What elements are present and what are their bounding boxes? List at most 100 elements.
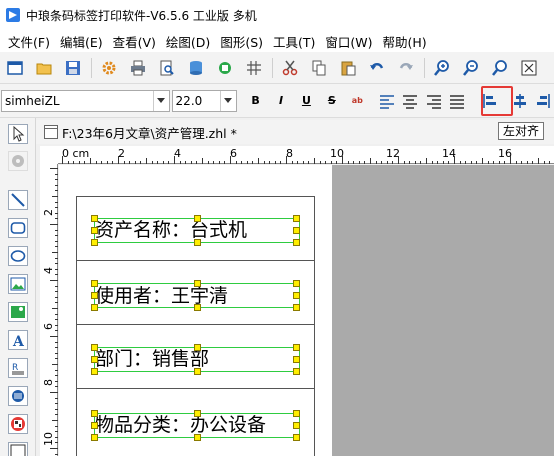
ruler-tick xyxy=(50,168,58,169)
resize-handle[interactable] xyxy=(194,410,201,417)
text-field-user[interactable]: 使用者：王宇清 xyxy=(95,283,228,309)
ruler-tick xyxy=(487,161,489,164)
resize-handle[interactable] xyxy=(293,410,300,417)
zoom-in-button[interactable] xyxy=(431,57,453,79)
resize-handle[interactable] xyxy=(91,304,98,311)
resize-handle[interactable] xyxy=(91,410,98,417)
resize-handle[interactable] xyxy=(293,434,300,441)
resize-handle[interactable] xyxy=(194,344,201,351)
ruler-tick xyxy=(129,161,131,164)
chevron-down-icon[interactable] xyxy=(152,90,169,111)
line-tool[interactable] xyxy=(8,190,28,210)
drawing-toolbox: A R xyxy=(0,118,36,456)
resize-handle[interactable] xyxy=(194,434,201,441)
ruler-tick xyxy=(454,156,455,164)
resize-handle[interactable] xyxy=(194,368,201,375)
copy-button[interactable] xyxy=(308,57,330,79)
cut-button[interactable] xyxy=(279,57,301,79)
resize-handle[interactable] xyxy=(194,280,201,287)
menu-edit[interactable]: 编辑(E) xyxy=(56,32,107,51)
zoom-out-button[interactable] xyxy=(460,57,482,79)
save-button[interactable] xyxy=(62,57,84,79)
resize-handle[interactable] xyxy=(91,434,98,441)
resize-handle[interactable] xyxy=(91,239,98,246)
barcode-tool[interactable] xyxy=(8,386,28,406)
qrcode-tool[interactable] xyxy=(8,414,28,434)
resize-handle[interactable] xyxy=(293,344,300,351)
text-field-category[interactable]: 物品分类：办公设备 xyxy=(95,412,266,438)
text-justify-button[interactable] xyxy=(446,90,467,112)
ruler-tick xyxy=(246,161,248,164)
underline-button[interactable]: U xyxy=(296,90,317,112)
menu-window[interactable]: 窗口(W) xyxy=(321,32,376,51)
ruler-label: 6 xyxy=(42,323,55,330)
resize-handle[interactable] xyxy=(293,304,300,311)
resize-handle[interactable] xyxy=(194,215,201,222)
image-tool[interactable] xyxy=(8,274,28,294)
ruler-tick xyxy=(67,161,69,164)
text-field-asset-name[interactable]: 资产名称：台式机 xyxy=(95,217,247,243)
resize-handle[interactable] xyxy=(91,215,98,222)
subscript-button[interactable]: ab xyxy=(347,90,368,112)
font-family-select[interactable]: simheiZL xyxy=(1,89,170,112)
ruler-tick xyxy=(403,161,405,164)
database-button[interactable] xyxy=(185,57,207,79)
ruler-tick xyxy=(55,246,58,248)
grid-button[interactable] xyxy=(243,57,265,79)
resize-handle[interactable] xyxy=(293,368,300,375)
more-tool[interactable] xyxy=(8,442,28,456)
resize-handle[interactable] xyxy=(293,215,300,222)
resize-handle[interactable] xyxy=(293,227,300,234)
resize-handle[interactable] xyxy=(293,239,300,246)
print-preview-button[interactable] xyxy=(156,57,178,79)
menu-view[interactable]: 查看(V) xyxy=(109,32,160,51)
menu-draw[interactable]: 绘图(D) xyxy=(162,32,214,51)
new-button[interactable] xyxy=(4,57,26,79)
bold-button[interactable]: B xyxy=(245,90,266,112)
font-size-select[interactable]: 22.0 xyxy=(171,89,237,112)
resize-handle[interactable] xyxy=(91,356,98,363)
chevron-down-icon[interactable] xyxy=(219,90,236,111)
align-right-button[interactable] xyxy=(533,90,554,112)
resize-handle[interactable] xyxy=(91,292,98,299)
menu-shape[interactable]: 图形(S) xyxy=(216,32,267,51)
open-button[interactable] xyxy=(33,57,55,79)
rotate-tool[interactable] xyxy=(8,151,28,171)
redo-button[interactable] xyxy=(395,57,417,79)
data-source-button[interactable] xyxy=(214,57,236,79)
text-align-center-button[interactable] xyxy=(399,90,420,112)
text-field-department[interactable]: 部门：销售部 xyxy=(95,346,209,372)
resize-handle[interactable] xyxy=(293,292,300,299)
rectangle-tool[interactable] xyxy=(8,218,28,238)
resize-handle[interactable] xyxy=(293,280,300,287)
menu-file[interactable]: 文件(F) xyxy=(4,32,54,51)
resize-handle[interactable] xyxy=(91,280,98,287)
resize-handle[interactable] xyxy=(194,304,201,311)
resize-handle[interactable] xyxy=(293,422,300,429)
resize-handle[interactable] xyxy=(91,368,98,375)
resize-handle[interactable] xyxy=(91,344,98,351)
resize-handle[interactable] xyxy=(91,422,98,429)
document-tab[interactable]: F:\23年6月文章\资产管理.zhl * xyxy=(36,120,554,144)
italic-button[interactable]: I xyxy=(270,90,291,112)
strikethrough-button[interactable]: S xyxy=(321,90,342,112)
rich-text-tool[interactable]: R xyxy=(8,358,28,378)
resize-handle[interactable] xyxy=(293,356,300,363)
menu-tools[interactable]: 工具(T) xyxy=(269,32,319,51)
resize-handle[interactable] xyxy=(91,227,98,234)
paste-button[interactable] xyxy=(337,57,359,79)
undo-button[interactable] xyxy=(366,57,388,79)
zoom-fit-button[interactable] xyxy=(489,57,511,79)
zoom-page-button[interactable] xyxy=(518,57,540,79)
ruler-tick xyxy=(50,392,58,393)
menu-help[interactable]: 帮助(H) xyxy=(379,32,431,51)
settings-button[interactable] xyxy=(98,57,120,79)
print-button[interactable] xyxy=(127,57,149,79)
select-tool[interactable] xyxy=(8,124,28,144)
picture-tool[interactable] xyxy=(8,302,28,322)
resize-handle[interactable] xyxy=(194,239,201,246)
text-tool[interactable]: A xyxy=(8,330,28,350)
text-align-right-button[interactable] xyxy=(423,90,444,112)
ellipse-tool[interactable] xyxy=(8,246,28,266)
text-align-left-button[interactable] xyxy=(376,90,397,112)
